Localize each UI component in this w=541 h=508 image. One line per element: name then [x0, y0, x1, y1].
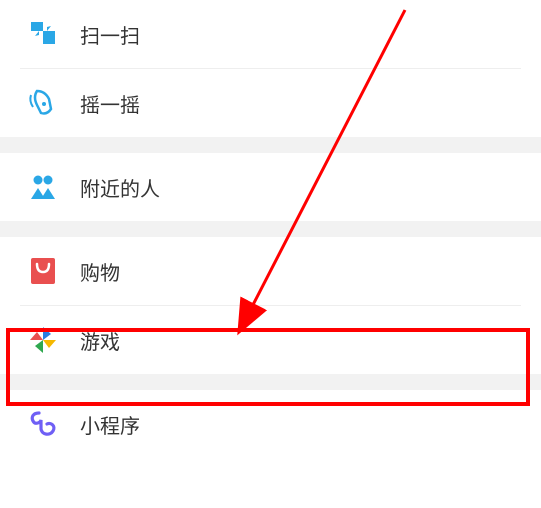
menu-item-games[interactable]: 游戏 [0, 306, 541, 374]
menu-label: 摇一摇 [80, 89, 140, 118]
menu-label: 小程序 [80, 410, 140, 439]
section-gap [0, 374, 541, 390]
menu-label: 附近的人 [80, 173, 160, 202]
section-gap [0, 137, 541, 153]
games-icon [26, 323, 60, 357]
menu-item-miniprogram[interactable]: 小程序 [0, 390, 541, 458]
miniprogram-icon [26, 407, 60, 441]
menu-item-scan[interactable]: 扫一扫 [0, 0, 541, 68]
menu-label: 游戏 [80, 326, 120, 355]
menu-item-shopping[interactable]: 购物 [0, 237, 541, 305]
shopping-icon [26, 254, 60, 288]
shake-icon [26, 86, 60, 120]
scan-icon [26, 17, 60, 51]
menu-label: 扫一扫 [80, 20, 140, 49]
menu-label: 购物 [80, 257, 120, 286]
menu-item-shake[interactable]: 摇一摇 [0, 69, 541, 137]
nearby-people-icon [26, 170, 60, 204]
section-gap [0, 221, 541, 237]
menu-item-nearby[interactable]: 附近的人 [0, 153, 541, 221]
